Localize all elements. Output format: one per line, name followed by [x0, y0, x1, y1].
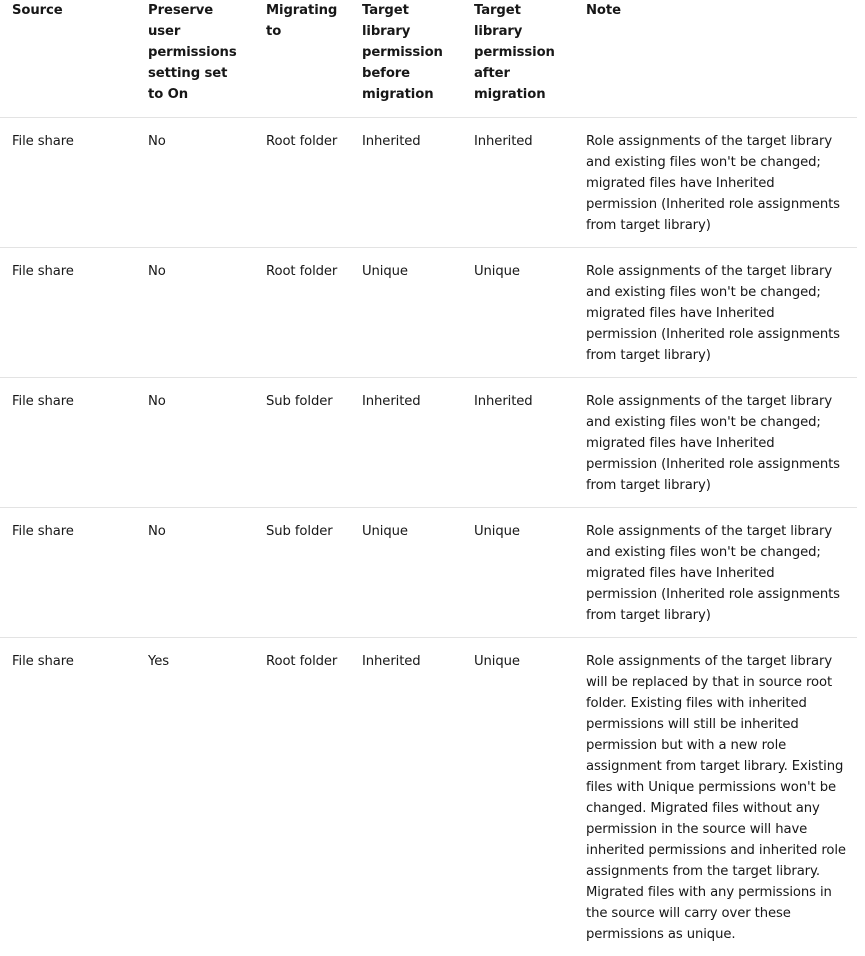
cell-source: File share	[0, 378, 136, 508]
cell-migrating-to: Root folder	[254, 118, 350, 248]
table-row: File share No Root folder Inherited Inhe…	[0, 118, 857, 248]
table-row: File share No Root folder Unique Unique …	[0, 248, 857, 378]
cell-before: Inherited	[350, 638, 462, 956]
cell-source: File share	[0, 638, 136, 956]
cell-note: Role assignments of the target library a…	[574, 248, 857, 378]
cell-migrating-to: Sub folder	[254, 508, 350, 638]
header-note: Note	[574, 0, 857, 118]
cell-before: Inherited	[350, 378, 462, 508]
cell-after: Unique	[462, 638, 574, 956]
table-row: File share No Sub folder Unique Unique R…	[0, 508, 857, 638]
table-row: File share Yes Root folder Inherited Uni…	[0, 638, 857, 956]
cell-preserve: No	[136, 248, 254, 378]
cell-source: File share	[0, 248, 136, 378]
header-source: Source	[0, 0, 136, 118]
permissions-table: Source Preserve user permissions setting…	[0, 0, 857, 956]
header-preserve-user-permissions: Preserve user permissions setting set to…	[136, 0, 254, 118]
cell-preserve: No	[136, 118, 254, 248]
table-header-row: Source Preserve user permissions setting…	[0, 0, 857, 118]
cell-preserve: No	[136, 508, 254, 638]
cell-before: Unique	[350, 248, 462, 378]
cell-migrating-to: Root folder	[254, 248, 350, 378]
cell-source: File share	[0, 508, 136, 638]
cell-after: Inherited	[462, 378, 574, 508]
cell-after: Unique	[462, 248, 574, 378]
cell-preserve: Yes	[136, 638, 254, 956]
cell-before: Unique	[350, 508, 462, 638]
header-migrating-to: Migrating to	[254, 0, 350, 118]
cell-note: Role assignments of the target library a…	[574, 378, 857, 508]
cell-migrating-to: Root folder	[254, 638, 350, 956]
header-permission-after: Target library permission after migratio…	[462, 0, 574, 118]
cell-before: Inherited	[350, 118, 462, 248]
cell-note: Role assignments of the target library a…	[574, 118, 857, 248]
cell-migrating-to: Sub folder	[254, 378, 350, 508]
cell-note: Role assignments of the target library w…	[574, 638, 857, 956]
cell-source: File share	[0, 118, 136, 248]
header-permission-before: Target library permission before migrati…	[350, 0, 462, 118]
cell-after: Inherited	[462, 118, 574, 248]
cell-after: Unique	[462, 508, 574, 638]
table-row: File share No Sub folder Inherited Inher…	[0, 378, 857, 508]
cell-note: Role assignments of the target library a…	[574, 508, 857, 638]
cell-preserve: No	[136, 378, 254, 508]
